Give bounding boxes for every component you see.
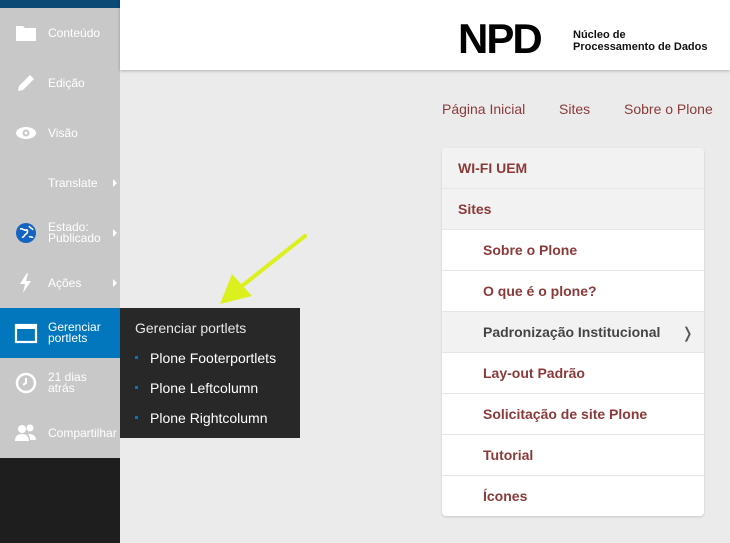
toolbar-label: Visão [48,126,78,140]
submenu-item[interactable]: Plone Footerportlets [135,350,276,366]
nav-item-solicitacao[interactable]: Solicitação de site Plone [442,394,704,435]
nav-item-icones[interactable]: Ícones [442,476,704,516]
portlet-icon [14,321,38,345]
toolbar-item-compartilhar[interactable]: Compartilhar [0,408,120,458]
toolbar-item-acoes[interactable]: Ações [0,258,120,308]
toolbar-label: Translate [48,176,98,190]
globe-icon [14,221,38,245]
toolbar-item-conteudo[interactable]: Conteúdo [0,8,120,58]
annotation-arrow-icon [220,234,307,304]
bullet-icon [135,385,138,389]
chevron-right-icon: ❭ [681,325,694,342]
toolbar-label: Compartilhar [48,426,117,440]
toolbar-label: Conteúdo [48,26,101,40]
chevron-right-icon [113,179,117,187]
nav-item-wifi-uem[interactable]: WI-FI UEM [442,148,704,189]
chevron-right-icon [113,229,117,237]
bullet-icon [135,415,138,419]
logo-text: NPD [458,15,543,62]
submenu-item[interactable]: Plone Rightcolumn [135,410,268,426]
nav-item-tutorial[interactable]: Tutorial [442,435,704,476]
toolbar-item-visao[interactable]: Visão [0,108,120,158]
navigation-portlet: WI-FI UEM Sites Sobre o Plone O que é o … [442,148,704,516]
users-icon [14,421,38,445]
nav-item-sobre-o-plone[interactable]: Sobre o Plone [442,230,704,271]
site-header: NPD Núcleo de Processamento de Dados [120,0,730,70]
toolbar-label: 21 dias atrás [48,370,87,395]
toolbar-label: Gerenciar portlets [48,320,101,345]
toolbar-item-history[interactable]: 21 dias atrás [0,358,120,408]
nav-item-padronizacao[interactable]: Padronização Institucional ❭ [442,312,704,353]
submenu-item[interactable]: Plone Leftcolumn [135,380,258,396]
toolbar-item-translate[interactable]: Translate [0,158,120,208]
toolbar-item-gerenciar-portlets[interactable]: Gerenciar portlets [0,308,128,358]
clock-icon [14,371,38,395]
nav-item-layout-padrao[interactable]: Lay-out Padrão [442,353,704,394]
toolbar-label: Estado: Publicado [48,220,101,245]
eye-icon [14,121,38,145]
nav-item-o-que-e-o-plone[interactable]: O que é o plone? [442,271,704,312]
bullet-icon [135,355,138,359]
toolbar-label: Edição [48,76,85,90]
logo-subtitle: Núcleo de Processamento de Dados [573,29,708,53]
submenu-title: Gerenciar portlets [135,320,247,336]
folder-icon [14,21,38,45]
toolbar-label: Ações [48,276,82,290]
topnav-about[interactable]: Sobre o Plone [624,101,713,117]
toolbar-item-estado[interactable]: Estado: Publicado [0,208,120,258]
toolbar-top-strip [0,0,120,10]
pencil-icon [14,71,38,95]
topnav-sites[interactable]: Sites [559,101,590,117]
chevron-right-icon [113,279,117,287]
plone-toolbar: Conteúdo Edição Visão Translate Estado: P… [0,0,128,543]
toolbar-item-edicao[interactable]: Edição [0,58,120,108]
topnav-home[interactable]: Página Inicial [442,101,525,117]
portlets-submenu: Gerenciar portlets Plone Footerportlets … [120,308,300,438]
nav-item-sites[interactable]: Sites [442,189,704,230]
bolt-icon [14,271,38,295]
